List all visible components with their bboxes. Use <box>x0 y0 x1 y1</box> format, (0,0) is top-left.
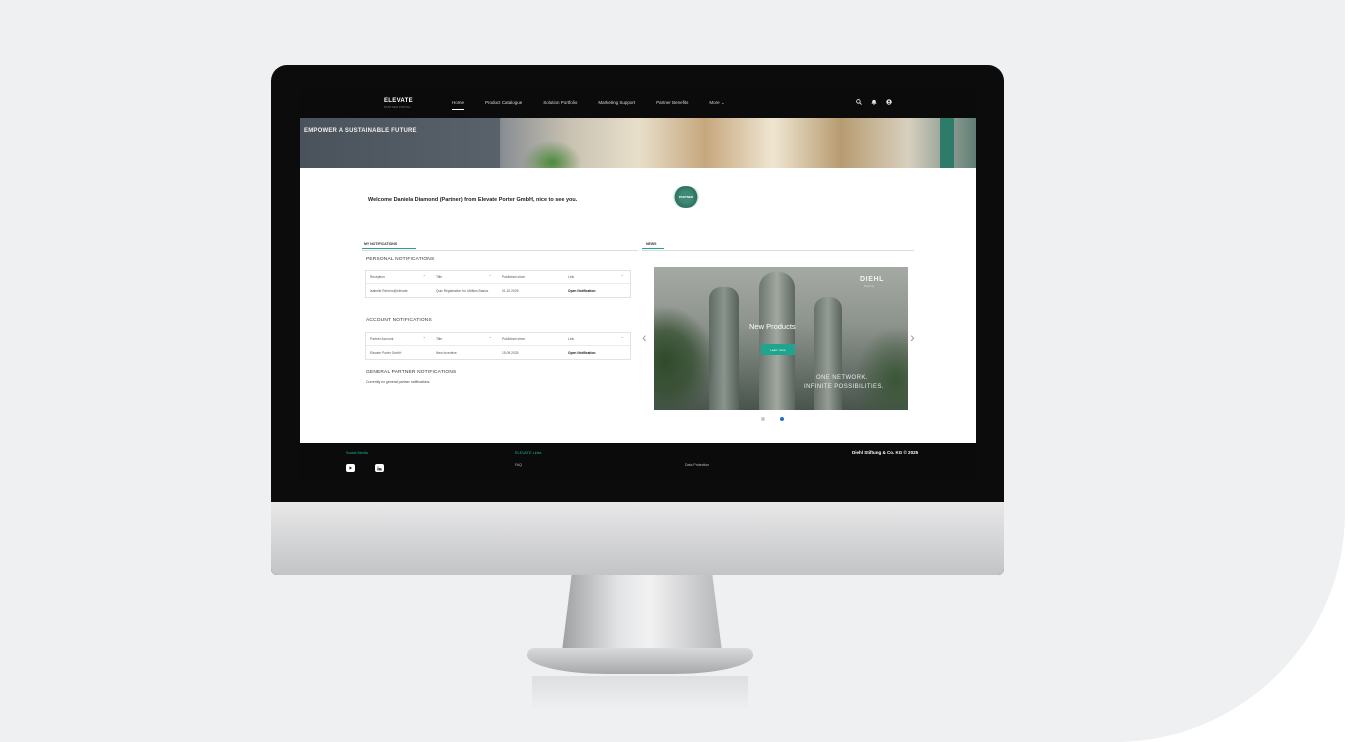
news-slider: DIEHL Metering New Products Learn more O… <box>654 267 908 410</box>
slide-foliage <box>854 327 908 410</box>
slide-foliage <box>654 307 714 410</box>
open-notification-link[interactable]: Open Notification <box>564 351 630 355</box>
footer-link-data-protection[interactable]: Data Protection <box>685 463 709 467</box>
footer-link-faq[interactable]: FAQ <box>515 463 522 467</box>
table-row: Elevate Porter GmbH New Incentive 15.09.… <box>366 346 630 359</box>
slider-next-arrow[interactable]: › <box>910 330 915 344</box>
slide-tagline-2: INFINITE POSSIBILITIES. <box>804 384 884 390</box>
title-value: Quiz Registration for Utilities Basics <box>436 288 489 293</box>
partner-account-filter[interactable]: Partner Account <box>366 335 432 341</box>
learn-more-button[interactable]: Learn more <box>761 344 795 355</box>
monitor-stand-base <box>527 648 753 674</box>
user-icon[interactable] <box>886 99 892 107</box>
nav-item-more[interactable]: More ⌄ <box>709 100 724 106</box>
hero-title: EMPOWER A SUSTAINABLE FUTURE <box>304 128 417 134</box>
slide-title: New Products <box>749 322 796 331</box>
footer-copyright: Diehl Stiftung & Co. KG © 2025 <box>852 450 919 455</box>
chevron-down-icon: ⌄ <box>720 100 725 105</box>
stand-reflection <box>532 676 748 710</box>
slider-dot-1[interactable] <box>761 417 765 421</box>
hero-dark-panel <box>300 118 500 168</box>
title-value: New Incentive <box>436 350 457 355</box>
hero-foliage <box>522 140 582 168</box>
search-icon[interactable] <box>856 99 862 107</box>
slide-tower <box>759 272 795 410</box>
general-notifications-note: Currently no general partner notificatio… <box>366 380 431 384</box>
portal-logo-subtitle: PARTNER PORTAL <box>384 105 411 109</box>
slide-tower <box>814 297 842 410</box>
reception-filter[interactable]: Reception <box>366 273 432 279</box>
slide-tagline-1: ONE NETWORK. <box>816 375 868 381</box>
personal-notifications-table: Reception Title Published since Link Isa… <box>365 270 631 298</box>
notifications-divider <box>362 250 638 251</box>
hero-accent-stripe <box>940 118 954 168</box>
published-since-header: Published since <box>502 337 526 341</box>
nav-menu: Home Product Catalogue Solution Portfoli… <box>452 100 725 110</box>
news-tab-underline <box>642 248 664 249</box>
account-notifications-title: ACCOUNT NOTIFICATIONS <box>366 318 432 323</box>
top-navigation: ELEVATE PARTNER PORTAL Home Product Cata… <box>300 90 976 118</box>
table-row: Isabelle Reiners@elevate Quiz Registrati… <box>366 284 630 297</box>
nav-item-marketing-support[interactable]: Marketing Support <box>598 100 635 106</box>
youtube-icon[interactable] <box>346 464 355 472</box>
nav-item-solution-portfolio[interactable]: Solution Portfolio <box>543 100 577 106</box>
news-divider <box>642 250 914 251</box>
diehl-logo-subtitle: Metering <box>864 285 874 288</box>
bell-icon[interactable] <box>871 99 877 107</box>
open-notification-link[interactable]: Open Notification <box>564 289 630 293</box>
news-section-label[interactable]: NEWS <box>646 242 657 246</box>
social-media-title: Social Media <box>346 451 368 455</box>
hero-banner: EMPOWER A SUSTAINABLE FUTURE <box>300 118 976 168</box>
monitor-stand <box>562 575 722 651</box>
account-notifications-table: Partner Account Title Published since Li… <box>365 332 631 360</box>
nav-item-product-catalogue[interactable]: Product Catalogue <box>485 100 522 106</box>
title-filter[interactable]: Title <box>432 335 498 341</box>
published-since-header: Published since <box>502 275 526 279</box>
reception-value: Isabelle Reiners@elevate <box>370 288 408 293</box>
table-header-row: Reception Title Published since Link <box>366 271 630 284</box>
published-value: 01.10.2025 <box>502 288 519 293</box>
monitor-chin <box>271 502 1004 575</box>
nav-item-more-label: More <box>709 100 720 105</box>
general-notifications-title: GENERAL PARTNER NOTIFICATIONS <box>366 370 457 375</box>
portal-logo[interactable]: ELEVATE <box>384 98 413 104</box>
elevate-links-title: ELEVATE Links <box>515 451 542 455</box>
nav-item-partner-benefits[interactable]: Partner Benefits <box>656 100 688 106</box>
welcome-message: Welcome Daniela Diamond (Partner) from E… <box>368 197 578 203</box>
linkedin-icon[interactable] <box>375 464 384 472</box>
title-filter[interactable]: Title <box>432 273 498 279</box>
notifications-section-label[interactable]: MY NOTIFICATIONS <box>364 242 397 246</box>
table-header-row: Partner Account Title Published since Li… <box>366 333 630 346</box>
personal-notifications-title: PERSONAL NOTIFICATIONS <box>366 257 435 262</box>
link-filter[interactable]: Link <box>564 335 630 341</box>
published-value: 15.09.2025 <box>502 350 519 355</box>
site-footer: Social Media ELEVATE Links FAQ Data Prot… <box>300 443 976 482</box>
notifications-tab-underline <box>362 248 416 249</box>
nav-icons <box>856 99 892 107</box>
link-filter[interactable]: Link <box>564 273 630 279</box>
nav-item-home[interactable]: Home <box>452 100 465 110</box>
partner-badge: PARTNER <box>671 186 701 208</box>
portal-screen: ELEVATE PARTNER PORTAL Home Product Cata… <box>300 90 976 482</box>
slider-dot-2[interactable] <box>780 417 784 421</box>
diehl-logo: DIEHL <box>860 276 884 283</box>
slider-prev-arrow[interactable]: ‹ <box>642 330 647 344</box>
partner-account-value: Elevate Porter GmbH <box>370 350 402 355</box>
